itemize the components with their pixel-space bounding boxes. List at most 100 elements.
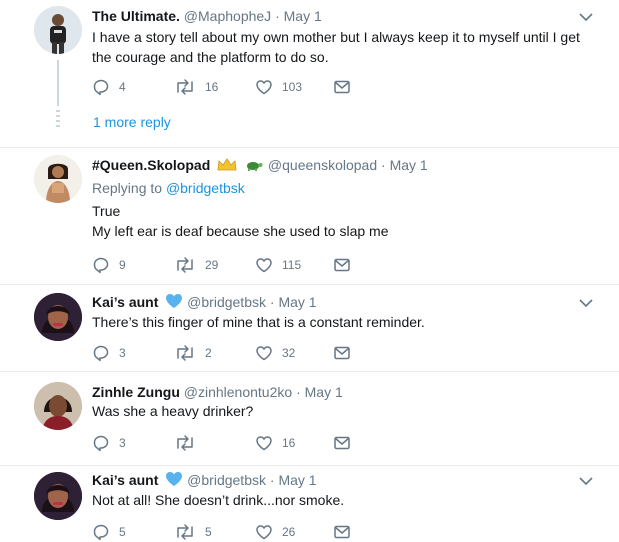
like-button[interactable]: 32 <box>255 343 295 363</box>
more-reply-link[interactable]: 1 more reply <box>93 114 171 130</box>
tweet-header: The Ultimate. @MaphopheJ · May 1 <box>92 7 322 25</box>
avatar[interactable] <box>34 6 82 54</box>
separator: · <box>296 384 301 400</box>
direct-message-icon <box>334 80 350 94</box>
like-button[interactable]: 115 <box>255 255 301 275</box>
retweet-button[interactable]: 5 <box>174 522 212 542</box>
direct-message-icon <box>334 258 350 272</box>
avatar[interactable] <box>34 472 82 520</box>
reply-icon <box>93 435 109 452</box>
direct-message-button[interactable] <box>333 255 351 275</box>
chevron-down-icon[interactable] <box>579 298 593 308</box>
chevron-down-icon[interactable] <box>579 12 593 22</box>
timestamp[interactable]: May 1 <box>390 157 428 173</box>
tweet-line: the courage and the platform to do so. <box>92 49 329 65</box>
reply-count: 5 <box>119 525 126 539</box>
retweet-icon <box>177 79 193 95</box>
tweet-text: I have a story tell about my own mother … <box>92 27 597 67</box>
tweet-header: Kai’s aunt @bridgetbsk · May 1 <box>92 293 317 311</box>
tweet-text: There’s this finger of mine that is a co… <box>92 312 597 332</box>
tweet-2[interactable]: #Queen.Skolopad @queenskolopad · May 1 R… <box>0 148 619 284</box>
reply-count: 9 <box>119 258 126 272</box>
direct-message-button[interactable] <box>333 343 351 363</box>
reply-icon <box>93 345 109 362</box>
timestamp[interactable]: May 1 <box>278 294 316 310</box>
heart-icon <box>256 258 272 273</box>
retweet-button[interactable]: 2 <box>174 343 212 363</box>
like-button[interactable]: 103 <box>255 77 302 97</box>
tweet-text: Was she a heavy drinker? <box>92 401 597 421</box>
tweet-line: Was she a heavy drinker? <box>92 403 254 419</box>
direct-message-button[interactable] <box>333 77 351 97</box>
thread-dots <box>56 110 60 130</box>
reply-button[interactable]: 5 <box>92 522 126 542</box>
tweet-header: #Queen.Skolopad @queenskolopad · May 1 <box>92 156 428 174</box>
timestamp[interactable]: May 1 <box>278 472 316 488</box>
reply-button[interactable]: 3 <box>92 433 126 453</box>
direct-message-button[interactable] <box>333 433 351 453</box>
tweet-actions: 3 16 <box>92 433 392 453</box>
tweet-header: Kai’s aunt @bridgetbsk · May 1 <box>92 471 317 489</box>
reply-count: 3 <box>119 436 126 450</box>
tweet-5[interactable]: Kai’s aunt @bridgetbsk · May 1 Not at al… <box>0 466 619 542</box>
reply-button[interactable]: 3 <box>92 343 126 363</box>
user-handle[interactable]: @bridgetbsk <box>187 294 266 310</box>
like-count: 103 <box>282 80 303 94</box>
reply-count: 4 <box>119 80 126 94</box>
tweet-1[interactable]: The Ultimate. @MaphopheJ · May 1 I have … <box>0 0 619 147</box>
like-count: 26 <box>282 525 296 539</box>
avatar-image <box>34 293 82 341</box>
tweet-line: Not at all! She doesn’t drink...nor smok… <box>92 492 345 508</box>
thread-line <box>57 60 59 106</box>
reply-button[interactable]: 9 <box>92 255 126 275</box>
display-name[interactable]: Kai’s aunt <box>92 472 158 488</box>
avatar-image <box>34 155 82 203</box>
like-count: 32 <box>282 346 296 360</box>
display-name[interactable]: Zinhle Zungu <box>92 384 180 400</box>
user-handle[interactable]: @zinhlenontu2ko <box>184 384 292 400</box>
avatar[interactable] <box>34 382 82 430</box>
user-handle[interactable]: @bridgetbsk <box>187 472 266 488</box>
retweet-icon <box>177 524 193 540</box>
reply-icon <box>93 257 109 274</box>
timestamp[interactable]: May 1 <box>305 384 343 400</box>
like-button[interactable]: 26 <box>255 522 295 542</box>
display-name[interactable]: Kai’s aunt <box>92 294 158 310</box>
tweet-actions: 5 5 26 <box>92 522 392 542</box>
tweet-line: True <box>92 203 121 219</box>
retweet-button[interactable]: 29 <box>174 255 218 275</box>
separator: · <box>275 8 280 24</box>
tweet-line: I have a story tell about my own mother … <box>92 29 580 45</box>
user-handle[interactable]: @MaphopheJ <box>184 8 271 24</box>
blue-heart-icon <box>166 294 183 308</box>
avatar-image <box>34 472 82 520</box>
retweet-count: 16 <box>205 80 219 94</box>
like-button[interactable]: 16 <box>255 433 295 453</box>
display-name[interactable]: #Queen.Skolopad <box>92 157 210 173</box>
tweet-4[interactable]: Zinhle Zungu @zinhlenontu2ko · May 1 Was… <box>0 372 619 465</box>
retweet-count: 2 <box>205 346 212 360</box>
mention-link[interactable]: @bridgetbsk <box>166 180 245 196</box>
tweet-header: Zinhle Zungu @zinhlenontu2ko · May 1 <box>92 383 343 401</box>
timestamp[interactable]: May 1 <box>284 8 322 24</box>
retweet-icon <box>177 345 193 361</box>
user-handle[interactable]: @queenskolopad <box>268 157 377 173</box>
tweet-line: There’s this finger of mine that is a co… <box>92 314 425 330</box>
display-name[interactable]: The Ultimate. <box>92 8 180 24</box>
retweet-icon <box>177 435 193 451</box>
avatar[interactable] <box>34 155 82 203</box>
chevron-down-icon[interactable] <box>579 476 593 486</box>
heart-icon <box>256 525 272 540</box>
blue-heart-icon <box>166 472 183 486</box>
retweet-count: 29 <box>205 258 219 272</box>
avatar-image <box>34 382 82 430</box>
direct-message-button[interactable] <box>333 522 351 542</box>
avatar[interactable] <box>34 293 82 341</box>
tweet-actions: 3 2 32 <box>92 343 392 363</box>
retweet-button[interactable]: 16 <box>174 77 218 97</box>
tweet-actions: 4 16 103 <box>92 77 392 97</box>
tweet-3[interactable]: Kai’s aunt @bridgetbsk · May 1 There’s t… <box>0 285 619 371</box>
reply-button[interactable]: 4 <box>92 77 126 97</box>
separator: · <box>269 472 275 488</box>
retweet-button[interactable] <box>174 433 205 453</box>
